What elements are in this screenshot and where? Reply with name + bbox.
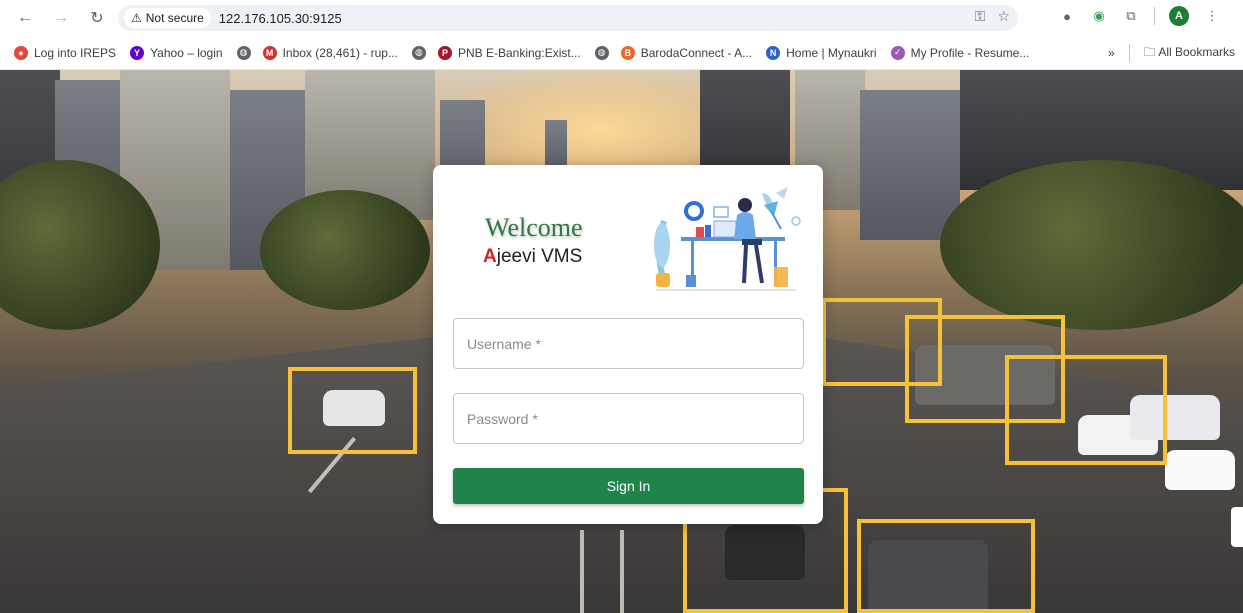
bookmark-label: Yahoo – login [150,45,223,60]
ireps-icon: ● [14,45,28,60]
globe-icon: ◍ [411,45,426,60]
folder-icon: 🗀 [1143,44,1156,59]
pnb-icon: P [437,45,452,60]
bookmark-label: Inbox (28,461) - rup... [282,45,398,60]
bookmark-label: Home | Mynaukri [786,45,877,60]
password-input[interactable]: Password * [453,393,804,444]
bookmark-item[interactable]: ◍ [236,45,257,60]
extension-icon[interactable]: ● [1058,7,1076,25]
bookmark-item[interactable]: P PNB E-Banking:Exist... [437,45,581,60]
all-bookmarks-label: All Bookmarks [1158,44,1235,59]
warning-icon: ⚠ [131,11,142,25]
bookmark-label: BarodaConnect - A... [640,45,753,60]
star-icon[interactable]: ☆ [997,8,1010,25]
forward-icon[interactable]: → [50,7,72,29]
security-chip[interactable]: ⚠ Not secure [124,8,211,28]
naukri-icon: N [766,45,781,60]
bookmark-item[interactable]: ● Log into IREPS [14,45,117,60]
username-input[interactable]: Username * [453,318,804,369]
yahoo-icon: Y [130,45,145,60]
trees [940,160,1243,330]
bookmark-label: My Profile - Resume... [910,45,1030,60]
detection-box [857,519,1035,613]
baroda-icon: B [620,45,635,60]
bookmark-item[interactable]: N Home | Mynaukri [766,45,877,60]
detection-box [1005,355,1167,465]
bookmark-item[interactable]: B BarodaConnect - A... [620,45,753,60]
lane-marking [620,530,624,613]
globe-icon: ◍ [594,45,609,60]
password-placeholder: Password * [467,410,538,427]
menu-icon[interactable]: ⋮ [1203,7,1221,25]
trees [260,190,430,310]
bookmarks-overflow-button[interactable]: » [1108,46,1115,60]
all-bookmarks-button[interactable]: 🗀 All Bookmarks [1144,43,1235,64]
brand-name: Ajeevi VMS [483,246,582,268]
lane-marking [580,530,584,613]
security-label: Not secure [145,11,204,25]
puzzle-icon[interactable]: ⧉ [1122,7,1140,25]
resume-icon: ✓ [890,45,905,60]
reload-icon[interactable]: ↻ [86,7,108,29]
welcome-heading: Welcome [485,213,583,242]
bookmark-label: PNB E-Banking:Exist... [457,45,581,60]
bookmark-label: Log into IREPS [34,45,117,60]
car [1165,450,1235,490]
bookmarks-bar: ● Log into IREPS Y Yahoo – login ◍ M Inbox (28… [0,36,1243,70]
bookmark-item[interactable]: M Inbox (28,461) - rup... [262,45,398,60]
detection-box [288,367,417,454]
eye-extension-icon[interactable]: ◉ [1090,7,1108,25]
bookmark-item[interactable]: ◍ [594,45,615,60]
profile-avatar[interactable]: A [1169,6,1189,26]
address-bar[interactable]: ⚠ Not secure 122.176.105.30:9125 ⚿ ☆ [118,5,1018,31]
username-placeholder: Username * [467,335,541,352]
url-text: 122.176.105.30:9125 [218,10,342,26]
gmail-icon: M [262,45,277,60]
key-icon[interactable]: ⚿ [975,8,986,25]
back-icon[interactable]: ← [14,7,36,29]
bookmark-item[interactable]: Y Yahoo – login [130,45,223,60]
login-card: Welcome Ajeevi VMS Username * Password *… [433,165,823,524]
bookmark-item[interactable]: ◍ [411,45,432,60]
bookmark-item[interactable]: ✓ My Profile - Resume... [890,45,1030,60]
building [860,90,960,240]
side-panel-tab[interactable] [1231,507,1243,547]
brand-initial: A [483,246,497,267]
divider [1128,44,1130,62]
divider [1154,7,1155,25]
brand-rest: jeevi VMS [496,246,583,267]
office-illustration-icon [654,187,801,291]
browser-toolbar: ← → ↻ ⚠ Not secure 122.176.105.30:9125 ⚿… [0,0,1243,36]
sign-in-button[interactable]: Sign In [453,468,804,504]
globe-icon: ◍ [236,45,251,60]
